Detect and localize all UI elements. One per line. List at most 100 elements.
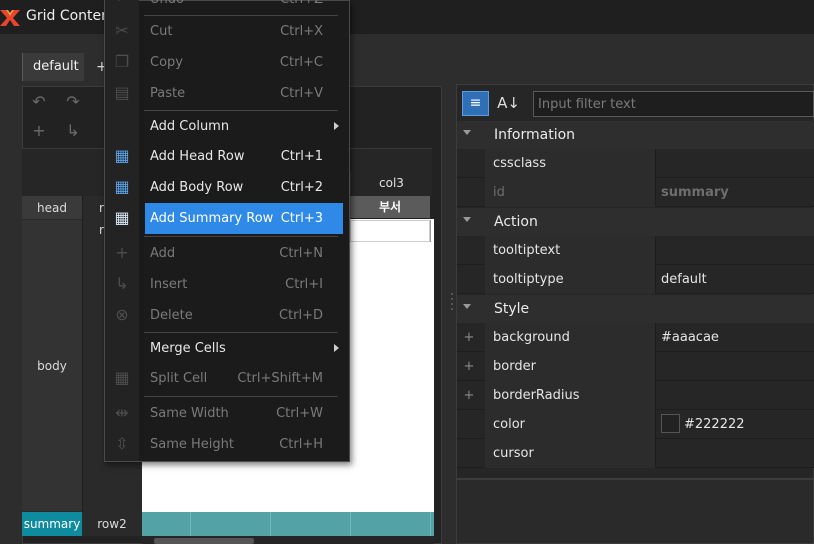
summary-cell-divider xyxy=(430,512,431,536)
property-row-cssclass[interactable]: cssclass xyxy=(457,149,814,178)
menu-separator xyxy=(144,396,338,397)
redo-icon[interactable]: ↷ xyxy=(64,93,82,111)
menu-separator xyxy=(144,236,338,237)
band-label-head[interactable]: head xyxy=(22,196,82,220)
menu-item-label: Same Height xyxy=(150,437,234,452)
tab-default[interactable]: default xyxy=(22,53,84,81)
menu-item-label: Paste xyxy=(150,86,186,101)
color-swatch[interactable] xyxy=(661,413,680,433)
menu-item-label: Merge Cells xyxy=(150,341,226,356)
color-value-text: #222222 xyxy=(684,417,745,432)
menu-item-add[interactable]: + Add Ctrl+N xyxy=(105,238,349,269)
menu-item-label: Undo xyxy=(150,0,184,15)
horizontal-scrollbar[interactable] xyxy=(142,536,434,544)
split-cell-icon: ▦ xyxy=(114,368,130,387)
property-value[interactable]: #222222 xyxy=(655,410,814,439)
expand-plus-icon[interactable]: + xyxy=(463,381,475,410)
undo-icon: ↶ xyxy=(111,0,133,9)
property-row-tooltiptype[interactable]: tooltiptype default xyxy=(457,265,814,294)
menu-item-label: Add xyxy=(150,246,176,261)
grid-summary-icon: ▦ xyxy=(114,208,130,227)
property-row-background[interactable]: + background #aaacae xyxy=(457,323,814,352)
property-value[interactable]: default xyxy=(655,265,814,294)
expand-plus-icon[interactable]: + xyxy=(463,323,475,352)
property-value[interactable] xyxy=(655,381,814,410)
property-row-borderradius[interactable]: + borderRadius xyxy=(457,381,814,410)
property-name: tooltiptype xyxy=(485,265,655,294)
alphabetical-sort-button[interactable]: A↓ xyxy=(495,91,522,116)
menu-item-add-column[interactable]: Add Column xyxy=(105,111,349,142)
submenu-arrow-icon xyxy=(334,122,339,130)
property-value[interactable] xyxy=(655,439,814,468)
category-action[interactable]: Action xyxy=(457,208,814,236)
menu-item-split-cell[interactable]: ▦ Split Cell Ctrl+Shift+M xyxy=(105,363,349,394)
property-value[interactable] xyxy=(655,149,814,178)
insert-icon[interactable]: ↳ xyxy=(64,122,82,140)
menu-item-add-body-row[interactable]: ▦ Add Body Row Ctrl+2 xyxy=(105,172,349,203)
collapse-arrow-icon[interactable] xyxy=(463,130,471,135)
property-value[interactable] xyxy=(655,236,814,265)
category-style[interactable]: Style xyxy=(457,295,814,323)
copy-icon: ❐ xyxy=(114,52,130,71)
body-cell[interactable] xyxy=(350,220,430,242)
menu-item-same-width[interactable]: ⇹ Same Width Ctrl+W xyxy=(105,398,349,429)
property-value[interactable] xyxy=(655,352,814,381)
menu-item-shortcut: Ctrl+N xyxy=(279,246,323,261)
property-row-border[interactable]: + border xyxy=(457,352,814,381)
menu-item-shortcut: Ctrl+Z xyxy=(280,0,323,15)
summary-cell-divider xyxy=(270,512,271,536)
expand-plus-icon[interactable]: + xyxy=(463,352,475,381)
menu-item-shortcut: Ctrl+1 xyxy=(280,149,323,164)
menu-item-copy[interactable]: ❐ Copy Ctrl+C xyxy=(105,47,349,78)
menu-item-cut[interactable]: ✂ Cut Ctrl+X xyxy=(105,16,349,47)
property-name: background xyxy=(485,323,655,352)
undo-icon[interactable]: ↶ xyxy=(30,93,48,111)
menu-item-same-height[interactable]: ⇳ Same Height Ctrl+H xyxy=(105,429,349,460)
category-information[interactable]: Information xyxy=(457,121,814,149)
property-row-color[interactable]: color #222222 xyxy=(457,410,814,439)
panel-splitter[interactable] xyxy=(450,290,454,320)
head-cell-dept[interactable]: 부서 xyxy=(350,196,430,218)
summary-row-band[interactable] xyxy=(142,512,434,536)
scrollbar-thumb[interactable] xyxy=(154,538,254,544)
collapse-arrow-icon[interactable] xyxy=(463,304,471,309)
menu-item-label: Copy xyxy=(150,55,183,70)
insert-arrow-icon: ↳ xyxy=(115,274,129,293)
band-label-summary[interactable]: summary xyxy=(22,512,82,536)
menu-item-shortcut: Ctrl+I xyxy=(285,277,323,292)
add-icon[interactable]: + xyxy=(30,122,48,140)
category-label: Style xyxy=(494,301,530,317)
menu-item-undo[interactable]: ↶ Undo Ctrl+Z xyxy=(105,0,349,15)
menu-item-insert[interactable]: ↳ Insert Ctrl+I xyxy=(105,269,349,300)
menu-item-label: Add Head Row xyxy=(150,149,245,164)
grid-head-icon: ▦ xyxy=(114,146,130,165)
menu-item-merge-cells[interactable]: Merge Cells xyxy=(105,333,349,364)
app-logo-icon xyxy=(0,10,20,26)
property-name: id xyxy=(485,178,655,207)
property-name: color xyxy=(485,410,655,439)
property-row-cursor[interactable]: cursor xyxy=(457,439,814,468)
menu-item-label: Insert xyxy=(150,277,188,292)
categorized-view-button[interactable]: ≡ xyxy=(462,91,489,116)
property-row-id[interactable]: id summary xyxy=(457,178,814,207)
row-label-summary[interactable]: row2 xyxy=(82,512,142,536)
menu-item-paste[interactable]: ▤ Paste Ctrl+V xyxy=(105,78,349,109)
property-value[interactable]: #aaacae xyxy=(655,323,814,352)
body-cell-marker xyxy=(430,220,434,242)
menu-item-shortcut: Ctrl+2 xyxy=(280,180,323,195)
property-description-panel xyxy=(456,479,814,544)
summary-cell-divider xyxy=(350,512,351,536)
collapse-arrow-icon[interactable] xyxy=(463,217,471,222)
column-header-col3[interactable]: col3 xyxy=(350,172,432,195)
property-row-tooltiptext[interactable]: tooltiptext xyxy=(457,236,814,265)
menu-item-label: Delete xyxy=(150,308,193,323)
menu-item-add-head-row[interactable]: ▦ Add Head Row Ctrl+1 xyxy=(105,141,349,172)
menu-item-shortcut: Ctrl+Shift+M xyxy=(237,371,323,386)
menu-item-shortcut: Ctrl+C xyxy=(279,55,323,70)
menu-item-add-summary-row[interactable]: ▦ Add Summary Row Ctrl+3 xyxy=(105,203,349,234)
band-label-body[interactable]: body xyxy=(22,220,82,512)
menu-item-label: Add Column xyxy=(150,119,230,134)
menu-item-delete[interactable]: ⊗ Delete Ctrl+D xyxy=(105,300,349,331)
property-filter-input[interactable] xyxy=(533,91,814,117)
menu-item-label: Add Summary Row xyxy=(150,211,274,226)
